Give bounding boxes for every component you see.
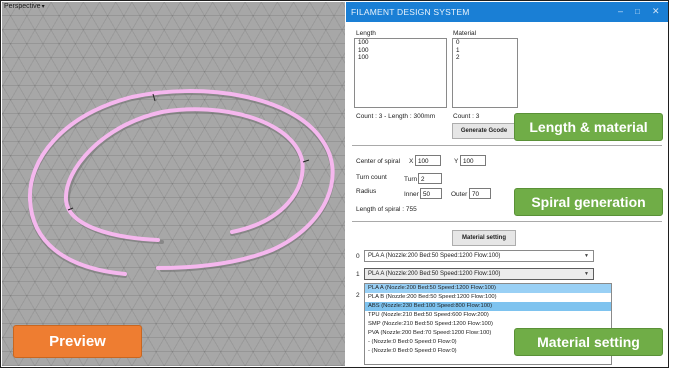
- radius-label: Radius: [356, 188, 377, 195]
- spiral-generation-callout: Spiral generation: [514, 188, 663, 216]
- dropdown-option[interactable]: PLA B (Nozzle:200 Bed:50 Speed:1200 Flow…: [365, 293, 611, 302]
- spiral-inner-turn: [63, 107, 305, 242]
- divider: [352, 145, 662, 146]
- center-x-input[interactable]: 100: [415, 155, 441, 166]
- length-material-callout: Length & material: [514, 113, 663, 141]
- length-label: Length: [356, 30, 376, 37]
- list-item[interactable]: 100: [355, 39, 446, 47]
- spiral-length-text: Length of spiral : 755: [356, 206, 417, 213]
- material-label: Material: [453, 30, 477, 37]
- spiral-outer-turn: [27, 89, 335, 276]
- list-item[interactable]: 0: [453, 39, 517, 47]
- material-select-1-value: PLA A (Nozzle:200 Bed:50 Speed:1200 Flow…: [368, 271, 501, 277]
- preview-callout: Preview: [13, 325, 142, 358]
- y-label: Y: [454, 158, 459, 165]
- material-select-1[interactable]: PLA A (Nozzle:200 Bed:50 Speed:1200 Flow…: [364, 268, 594, 280]
- turn-input[interactable]: 2: [418, 173, 442, 184]
- material-select-0-value: PLA A (Nozzle:200 Bed:50 Speed:1200 Flow…: [368, 253, 501, 259]
- chevron-down-icon: ▼: [584, 271, 589, 277]
- dropdown-option[interactable]: ABS (Nozzle:230 Bed:100 Speed:800 Flow:1…: [365, 302, 611, 311]
- filament-design-window: FILAMENT DESIGN SYSTEM – □ ✕ Length Mate…: [346, 2, 668, 366]
- x-label: X: [409, 158, 414, 165]
- title-bar: FILAMENT DESIGN SYSTEM – □ ✕: [346, 2, 668, 22]
- material-setting-callout: Material setting: [514, 328, 663, 356]
- chevron-down-icon: ▼: [584, 253, 589, 259]
- divider: [352, 221, 662, 222]
- row-index-0: 0: [356, 253, 360, 260]
- turn-label: Turn: [404, 176, 418, 183]
- turn-count-label: Turn count: [356, 174, 387, 181]
- minimize-button[interactable]: –: [618, 6, 623, 16]
- row-index-2: 2: [356, 292, 360, 299]
- list-item[interactable]: 100: [355, 47, 446, 55]
- inner-label: Inner: [404, 191, 419, 198]
- row-index-1: 1: [356, 271, 360, 278]
- outer-radius-input[interactable]: 70: [469, 188, 491, 199]
- material-select-0[interactable]: PLA A (Nozzle:200 Bed:50 Speed:1200 Flow…: [364, 250, 594, 262]
- maximize-button[interactable]: □: [635, 7, 640, 16]
- spiral-preview: [27, 89, 335, 278]
- center-of-spiral-label: Center of spiral: [356, 158, 401, 165]
- material-setting-button[interactable]: Material setting: [452, 230, 516, 246]
- list-item[interactable]: 1: [453, 47, 517, 55]
- dropdown-option[interactable]: PLA A (Nozzle:200 Bed:50 Speed:1200 Flow…: [365, 284, 611, 293]
- window-title: FILAMENT DESIGN SYSTEM: [351, 7, 470, 17]
- inner-radius-input[interactable]: 50: [420, 188, 442, 199]
- material-list[interactable]: 0 1 2: [452, 38, 518, 108]
- screenshot-frame: Perspective▾ Preview FILAMENT DESIGN SYS…: [0, 0, 669, 368]
- generate-gcode-button[interactable]: Generate Gcode: [452, 123, 516, 139]
- list-item[interactable]: 100: [355, 54, 446, 62]
- count-length-text: Count : 3 - Length : 300mm: [356, 113, 436, 120]
- length-list[interactable]: 100 100 100: [354, 38, 447, 108]
- list-item[interactable]: 2: [453, 54, 517, 62]
- close-button[interactable]: ✕: [652, 6, 660, 17]
- outer-label: Outer: [451, 191, 468, 198]
- material-count-text: Count : 3: [453, 113, 480, 120]
- preview-viewport[interactable]: Perspective▾ Preview: [2, 2, 345, 366]
- center-y-input[interactable]: 100: [460, 155, 486, 166]
- dropdown-option[interactable]: TPU (Nozzle:210 Bed:50 Speed:600 Flow:20…: [365, 311, 611, 320]
